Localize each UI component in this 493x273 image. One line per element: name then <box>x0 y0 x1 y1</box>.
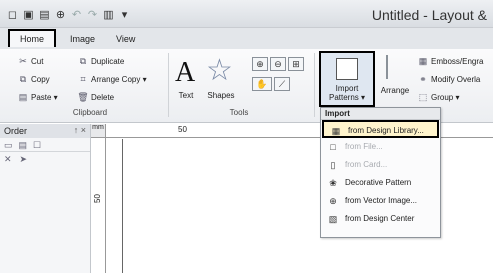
tab-view[interactable]: View <box>106 31 145 49</box>
canvas-border <box>122 139 123 273</box>
paste-icon: ▤ <box>18 91 28 102</box>
group-button[interactable]: ⬚ Group ▾ <box>418 91 460 102</box>
ribbon-tabs: Home Image View <box>0 28 493 49</box>
redo-icon[interactable]: ↷ <box>86 8 99 21</box>
import-patterns-label: Import Patterns ▾ <box>321 84 373 102</box>
shapes-tool-label[interactable]: Shapes <box>203 91 239 100</box>
copy-button[interactable]: ⧉ Copy <box>18 74 50 84</box>
paste-button[interactable]: ▤ Paste ▾ <box>18 92 58 102</box>
order-pane: Order ↑ × ▭ ▤ ☐ ✕ ➤ <box>0 124 91 273</box>
tools-group-label: Tools <box>229 108 249 117</box>
import-patterns-line1: Import <box>335 84 359 93</box>
shapes-tool-icon[interactable]: ☆ <box>206 53 233 88</box>
pan-icon[interactable]: ✋ <box>252 77 272 91</box>
copy-label: Copy <box>31 74 50 84</box>
emboss-icon: ▦ <box>418 55 428 66</box>
tab-home[interactable]: Home <box>8 29 57 47</box>
tab-image[interactable]: Image <box>60 31 105 49</box>
arrange-copy-button[interactable]: ⌗ Arrange Copy ▾ <box>78 73 147 84</box>
menu-item-vector-image[interactable]: ⊕ from Vector Image... <box>321 192 440 210</box>
cut-button[interactable]: ✂ Cut <box>18 56 43 66</box>
duplicate-button[interactable]: ⧉ Duplicate <box>78 55 125 66</box>
title-bar: ◻ ▣ ▤ ⊕ ↶ ↷ ▥ ▾ Untitled - Layout & <box>0 0 493 28</box>
group-separator <box>314 53 315 117</box>
delete-object-icon[interactable]: ✕ <box>4 154 12 164</box>
duplicate-icon: ⧉ <box>79 55 87 66</box>
vertical-ruler: 50 <box>91 138 106 273</box>
order-toolbar: ▭ ▤ ☐ <box>0 138 90 152</box>
preview-icon[interactable]: ▥ <box>102 8 115 21</box>
copy-icon: ⧉ <box>19 73 27 84</box>
menu-item-label: Decorative Pattern <box>345 178 412 187</box>
arrange-copy-label: Arrange Copy ▾ <box>91 74 147 84</box>
group-icon: ⬚ <box>418 91 428 102</box>
menu-item-label: from Design Library... <box>348 126 424 135</box>
menu-item-label: from File... <box>345 142 383 151</box>
vector-image-icon: ⊕ <box>329 196 337 206</box>
group-label: Group ▾ <box>431 92 460 102</box>
ruler-mark: 50 <box>178 125 187 134</box>
arrange-button[interactable]: Arrange <box>378 86 412 95</box>
open-icon[interactable]: ▣ <box>22 8 35 21</box>
dropdown-icon[interactable]: ▾ <box>118 8 131 21</box>
cut-label: Cut <box>31 56 44 66</box>
ruler-unit: mm <box>91 124 106 138</box>
emboss-button[interactable]: ▦ Emboss/Engra <box>418 55 484 66</box>
move-down-icon[interactable]: ▤ <box>19 140 28 150</box>
design-center-icon: ▧ <box>328 214 338 224</box>
zoom-fit-icon[interactable]: ⊞ <box>288 57 304 71</box>
design-library-icon: ▦ <box>331 126 341 136</box>
menu-item-design-library[interactable]: ▦ from Design Library... <box>322 120 439 138</box>
quick-access-toolbar: ◻ ▣ ▤ ⊕ ↶ ↷ ▥ ▾ <box>6 8 131 21</box>
duplicate-label: Duplicate <box>91 56 125 66</box>
order-pane-header: Order ↑ × <box>0 124 90 138</box>
select-pointer-icon[interactable]: ➤ <box>20 154 28 164</box>
import-patterns-button[interactable]: Import Patterns ▾ <box>319 51 375 107</box>
menu-item-label: from Design Center <box>345 214 415 223</box>
emboss-label: Emboss/Engra <box>431 56 484 66</box>
decorative-pattern-icon: ❀ <box>329 178 337 188</box>
menu-item-from-card[interactable]: ▯ from Card... <box>321 156 440 174</box>
paste-label: Paste ▾ <box>31 92 58 102</box>
zoom-in-icon[interactable]: ⊕ <box>252 57 268 71</box>
order-toolbar-2: ✕ ➤ <box>0 152 90 166</box>
text-tool-icon[interactable]: A <box>175 57 195 89</box>
import-patterns-line2: Patterns ▾ <box>328 93 366 102</box>
zoom-icon[interactable]: ⊕ <box>54 8 67 21</box>
pane-controls[interactable]: ↑ × <box>74 125 86 135</box>
file-icon: □ <box>330 142 336 152</box>
import-dropdown-menu: Import ▦ from Design Library... □ from F… <box>320 107 441 238</box>
new-icon[interactable]: ◻ <box>6 8 19 21</box>
grid-icon: ⌗ <box>80 73 86 84</box>
window-title: Untitled - Layout & <box>371 7 487 23</box>
ruler-mark: 50 <box>92 194 102 203</box>
menu-item-design-center[interactable]: ▧ from Design Center <box>321 210 440 228</box>
move-up-icon[interactable]: ▭ <box>4 140 13 150</box>
order-pane-title: Order <box>4 126 28 136</box>
modify-overlap-icon: ⚭ <box>419 73 427 84</box>
measure-icon[interactable]: ⟋ <box>274 77 290 91</box>
zoom-out-icon[interactable]: ⊖ <box>270 57 286 71</box>
modify-overlap-button[interactable]: ⚭ Modify Overla <box>418 74 480 84</box>
menu-item-label: from Vector Image... <box>345 196 418 205</box>
menu-item-from-file[interactable]: □ from File... <box>321 138 440 156</box>
menu-item-label: from Card... <box>345 160 388 169</box>
delete-label: Delete <box>91 92 115 102</box>
modify-overlap-label: Modify Overla <box>431 74 481 84</box>
save-icon[interactable]: ▤ <box>38 8 51 21</box>
arrange-icon <box>386 55 406 79</box>
undo-icon[interactable]: ↶ <box>70 8 83 21</box>
frame-icon[interactable]: ☐ <box>33 140 41 150</box>
import-patterns-icon <box>336 58 358 80</box>
dropdown-heading: Import <box>321 108 440 120</box>
menu-item-decorative-pattern[interactable]: ❀ Decorative Pattern <box>321 174 440 192</box>
text-tool-label[interactable]: Text <box>174 91 198 100</box>
clipboard-group-label: Clipboard <box>72 108 108 117</box>
group-separator <box>168 53 169 117</box>
card-icon: ▯ <box>330 160 336 170</box>
delete-button[interactable]: 🗑 Delete <box>77 91 115 102</box>
delete-icon: 🗑 <box>77 91 89 102</box>
scissors-icon: ✂ <box>19 55 27 66</box>
